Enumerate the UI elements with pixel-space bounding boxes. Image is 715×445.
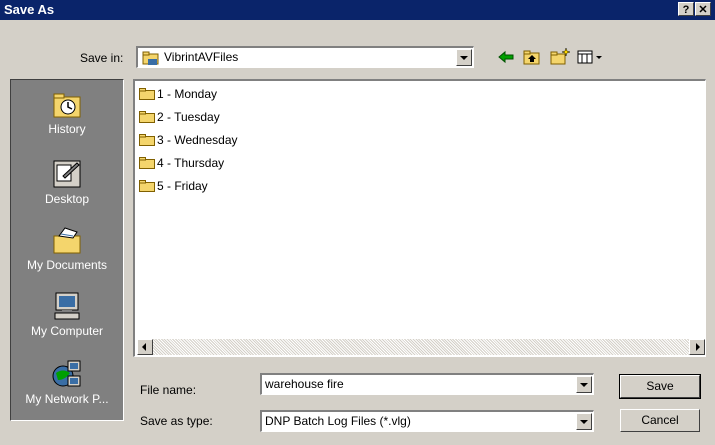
close-button[interactable]: ✕: [695, 2, 711, 16]
list-item[interactable]: 2 - Tuesday: [139, 108, 220, 126]
list-item[interactable]: 1 - Monday: [139, 85, 217, 103]
save-as-type-dropdown-arrow[interactable]: [576, 413, 592, 430]
view-menu-icon[interactable]: [576, 47, 608, 67]
desktop-icon: [53, 160, 81, 188]
place-desktop[interactable]: Desktop: [11, 158, 123, 206]
file-name-dropdown-arrow[interactable]: [576, 376, 592, 393]
scroll-left-button[interactable]: [137, 339, 153, 355]
folder-icon: [139, 111, 155, 123]
horizontal-scrollbar[interactable]: [137, 339, 705, 355]
folder-name: 3 - Wednesday: [157, 133, 238, 147]
file-list[interactable]: 1 - Monday 2 - Tuesday 3 - Wednesday 4 -…: [133, 79, 706, 357]
save-as-type-label: Save as type:: [140, 414, 213, 428]
folder-icon: [139, 88, 155, 100]
save-button[interactable]: Save: [619, 374, 701, 399]
file-name-field[interactable]: warehouse fire: [260, 373, 594, 395]
my-network-places-icon: [52, 360, 81, 387]
folder-icon: [139, 157, 155, 169]
place-label: History: [48, 122, 86, 136]
window-title: Save As: [4, 2, 55, 17]
list-item[interactable]: 4 - Thursday: [139, 154, 224, 172]
my-documents-icon: [53, 227, 81, 254]
folder-icon: [139, 134, 155, 146]
save-in-dropdown[interactable]: VibrintAVFiles: [136, 46, 474, 68]
folder-name: 2 - Tuesday: [157, 110, 220, 124]
title-bar: Save As ? ✕: [0, 0, 715, 20]
network-folder-icon: [142, 51, 159, 65]
save-as-type-dropdown[interactable]: DNP Batch Log Files (*.vlg): [260, 410, 594, 432]
file-name-value: warehouse fire: [265, 377, 344, 391]
save-in-dropdown-arrow[interactable]: [456, 49, 472, 66]
place-label: Desktop: [44, 192, 90, 206]
scroll-right-button[interactable]: [689, 339, 705, 355]
place-label: My Documents: [26, 258, 108, 272]
place-label: My Network P...: [25, 392, 109, 406]
my-computer-icon: [54, 292, 80, 320]
place-history[interactable]: History: [11, 88, 123, 136]
back-icon[interactable]: [496, 47, 516, 67]
folder-name: 4 - Thursday: [157, 156, 225, 170]
help-button[interactable]: ?: [678, 2, 694, 16]
folder-name: 5 - Friday: [157, 179, 208, 193]
place-label: My Computer: [30, 324, 104, 338]
save-in-label: Save in:: [80, 51, 124, 65]
place-my-network-places[interactable]: My Network P...: [11, 358, 123, 406]
save-as-type-value: DNP Batch Log Files (*.vlg): [265, 414, 411, 428]
list-item[interactable]: 3 - Wednesday: [139, 131, 238, 149]
place-my-computer[interactable]: My Computer: [11, 290, 123, 338]
folder-icon: [139, 180, 155, 192]
place-my-documents[interactable]: My Documents: [11, 224, 123, 272]
up-folder-icon[interactable]: [522, 47, 542, 67]
folder-name: 1 - Monday: [157, 87, 218, 101]
history-icon: [53, 93, 81, 118]
new-folder-icon[interactable]: [549, 47, 571, 67]
arrow-left-icon: [142, 343, 146, 351]
cancel-button[interactable]: Cancel: [620, 409, 700, 432]
list-item[interactable]: 5 - Friday: [139, 177, 208, 195]
places-bar: History Desktop My Documents My Computer: [10, 79, 124, 421]
file-name-label: File name:: [140, 383, 197, 397]
arrow-right-icon: [696, 343, 700, 351]
save-in-value: VibrintAVFiles: [164, 50, 239, 64]
